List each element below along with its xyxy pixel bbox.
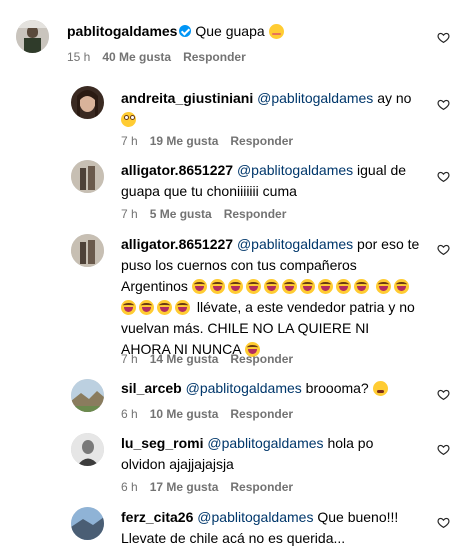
laughing-emoji-icon [353,279,369,294]
avatar[interactable] [71,379,104,412]
avatar[interactable] [71,507,104,540]
laughing-emoji-icon [317,279,333,294]
reply-button[interactable]: Responder [224,207,287,221]
comment-mention[interactable]: @pablitogaldames [257,90,373,106]
laughing-emoji-icon [209,279,225,294]
comment-text: alligator.8651227 @pablitogaldames por e… [121,234,421,360]
avatar[interactable] [71,160,104,193]
comment-mention[interactable]: @pablitogaldames [197,509,313,525]
comment-mention[interactable]: @pablitogaldames [207,435,323,451]
laughing-emoji-icon [375,279,391,294]
laughing-emoji-icon [139,300,154,315]
reply-button[interactable]: Responder [230,352,293,366]
comment-body: Que guapa [195,23,265,39]
eye-roll-emoji-icon [121,112,136,127]
comment-likes[interactable]: 5 Me gusta [150,207,212,221]
comment-username[interactable]: ferz_cita26 [121,509,193,525]
comment-mention[interactable]: @pablitogaldames [237,162,353,178]
avatar[interactable] [71,433,104,466]
heart-outline-icon[interactable] [437,243,450,256]
comment-meta: 7 h 5 Me gusta Responder [121,207,298,221]
comment-username[interactable]: sil_arceb [121,380,182,396]
comment-time[interactable]: 6 h [121,407,138,421]
comment-mention[interactable]: @pablitogaldames [186,380,302,396]
comment-username[interactable]: andreita_giustiniani [121,90,253,106]
comment-time[interactable]: 6 h [121,480,138,494]
comment-likes[interactable]: 40 Me gusta [102,50,171,64]
comment-mention[interactable]: @pablitogaldames [237,236,353,252]
heart-outline-icon[interactable] [437,443,450,456]
heart-outline-icon[interactable] [437,31,450,44]
laughing-emoji-icon [191,279,207,294]
laughing-emoji-icon [393,279,409,294]
heart-outline-icon[interactable] [437,98,450,111]
reply-button[interactable]: Responder [230,480,293,494]
laughing-emoji-icon [281,279,297,294]
comment-text: pablitogaldames Que guapa [67,21,417,42]
laughing-emoji-icon [335,279,351,294]
laughing-emoji-icon [227,279,243,294]
comment-body: ay no [377,90,412,106]
laughing-emoji-icon [299,279,315,294]
comment-likes[interactable]: 14 Me gusta [150,352,219,366]
reply-button[interactable]: Responder [183,50,246,64]
comment-meta: 15 h 40 Me gusta Responder [67,50,258,64]
comment-meta: 7 h 19 Me gusta Responder [121,134,305,148]
comment-text: sil_arceb @pablitogaldames broooma? [121,378,421,399]
comment-username[interactable]: pablitogaldames [67,23,177,39]
avatar[interactable] [71,86,104,119]
comment-text: alligator.8651227 @pablitogaldames igual… [121,160,426,202]
comment-text: ferz_cita26 @pablitogaldames Que bueno!!… [121,507,426,549]
reply-button[interactable]: Responder [230,407,293,421]
heart-outline-icon[interactable] [437,170,450,183]
comment-time[interactable]: 7 h [121,134,138,148]
comment-time[interactable]: 15 h [67,50,90,64]
laughing-emoji-icon [263,279,279,294]
laughing-emoji-icon [245,279,261,294]
comment-text: andreita_giustiniani @pablitogaldames ay… [121,88,421,130]
reply-button[interactable]: Responder [230,134,293,148]
heart-outline-icon[interactable] [437,516,450,529]
verified-badge-icon [179,25,192,37]
comment-text: lu_seg_romi @pablitogaldames hola po olv… [121,433,421,475]
comment-meta: 6 h 17 Me gusta Responder [121,480,305,494]
avatar[interactable] [16,20,49,53]
comment-likes[interactable]: 10 Me gusta [150,407,219,421]
laughing-emoji-icon [121,300,136,315]
comment-body: broooma? [305,380,369,396]
comment-likes[interactable]: 19 Me gusta [150,134,219,148]
embarrassed-emoji-icon [372,381,388,396]
blush-emoji-icon [268,24,284,39]
heart-outline-icon[interactable] [437,388,450,401]
avatar[interactable] [71,234,104,267]
comment-meta: 7 h 14 Me gusta Responder [121,352,305,366]
comment-time[interactable]: 7 h [121,207,138,221]
comment-time[interactable]: 7 h [121,352,138,366]
laughing-emoji-icon [157,300,172,315]
laughing-emoji-icon [175,300,190,315]
comment-username[interactable]: lu_seg_romi [121,435,203,451]
comment-username[interactable]: alligator.8651227 [121,162,233,178]
comment-username[interactable]: alligator.8651227 [121,236,233,252]
comment-likes[interactable]: 17 Me gusta [150,480,219,494]
comment-meta: 6 h 10 Me gusta Responder [121,407,305,421]
